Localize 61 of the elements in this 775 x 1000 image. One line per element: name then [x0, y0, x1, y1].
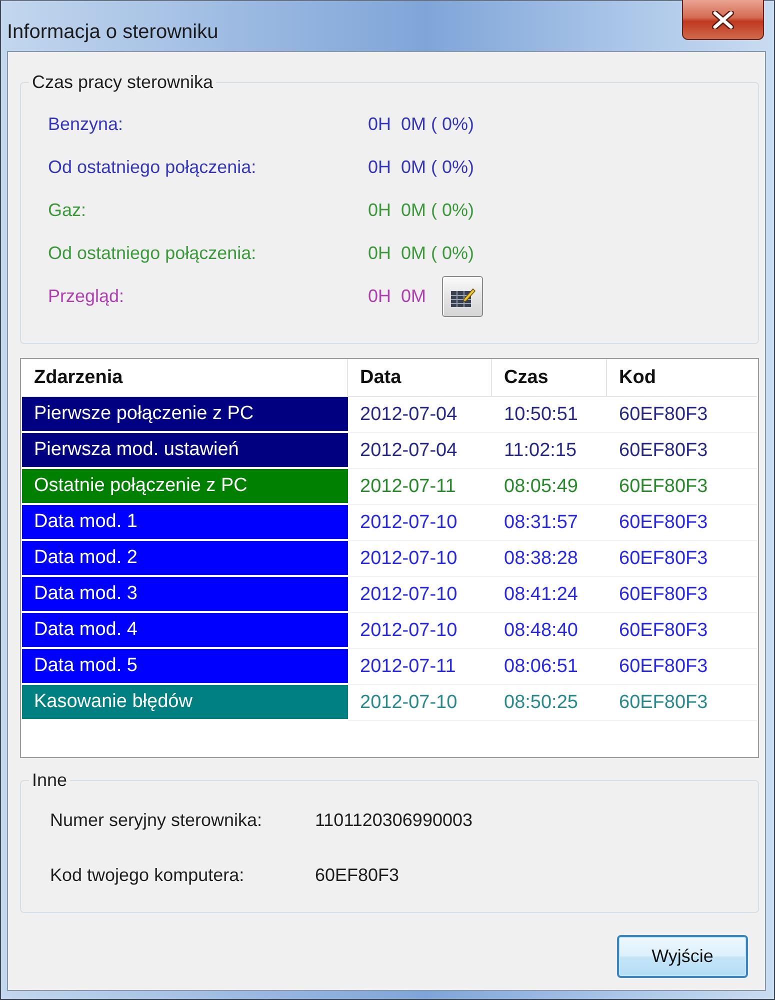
table-cell: 2012-07-11: [348, 469, 492, 505]
stat-value: 0H 0M ( 0%): [368, 243, 474, 264]
close-button[interactable]: [682, 0, 764, 40]
table-cell: 08:05:49: [492, 469, 607, 505]
table-cell: 60EF80F3: [607, 505, 757, 541]
table-cell: 2012-07-10: [348, 613, 492, 649]
table-cell: 08:48:40: [492, 613, 607, 649]
column-header[interactable]: Data: [348, 359, 492, 397]
table-cell: 2012-07-11: [348, 649, 492, 685]
event-cell: Data mod. 3: [22, 577, 348, 613]
exit-button[interactable]: Wyjście: [617, 935, 748, 978]
close-icon: [712, 10, 734, 28]
table-cell: 11:02:15: [492, 433, 607, 469]
stat-value: 0H 0M ( 0%): [368, 200, 474, 221]
table-cell: 60EF80F3: [607, 613, 757, 649]
table-cell: 2012-07-04: [348, 433, 492, 469]
table-cell: 2012-07-10: [348, 541, 492, 577]
info-label: Numer seryjny sterownika:: [50, 810, 264, 831]
table-cell: 08:06:51: [492, 649, 607, 685]
table-cell: 2012-07-10: [348, 505, 492, 541]
table-cell: 60EF80F3: [607, 685, 757, 721]
stat-label: Od ostatniego połączenia:: [48, 157, 258, 178]
column-header[interactable]: Czas: [492, 359, 607, 397]
table-cell: 60EF80F3: [607, 577, 757, 613]
stat-label: Przegląd:: [48, 286, 126, 307]
window-title: Informacja o sterowniku: [7, 21, 218, 44]
table-cell: 2012-07-10: [348, 685, 492, 721]
stat-label: Od ostatniego połączenia:: [48, 243, 258, 264]
table-cell: 08:41:24: [492, 577, 607, 613]
stat-value: 0H 0M ( 0%): [368, 157, 474, 178]
table-cell: 08:50:25: [492, 685, 607, 721]
stat-label: Gaz:: [48, 200, 88, 221]
table-cell: 60EF80F3: [607, 397, 757, 433]
info-value: 60EF80F3: [315, 865, 400, 886]
table-cell: 08:31:57: [492, 505, 607, 541]
table-pencil-icon: [450, 286, 476, 308]
group-title: Czas pracy sterownika: [31, 72, 214, 93]
table-cell: 60EF80F3: [607, 541, 757, 577]
info-label: Kod twojego komputera:: [50, 865, 246, 886]
table-cell: 10:50:51: [492, 397, 607, 433]
group-title: Inne: [31, 770, 68, 791]
table-cell: 60EF80F3: [607, 649, 757, 685]
event-cell: Pierwsze połączenie z PC: [22, 397, 348, 433]
table-cell: 08:38:28: [492, 541, 607, 577]
stat-label: Benzyna:: [48, 114, 124, 135]
event-cell: Pierwsza mod. ustawień: [22, 433, 348, 469]
event-cell: Ostatnie połączenie z PC: [22, 469, 348, 505]
stat-value: 0H 0M ( 0%): [368, 114, 474, 135]
edit-button[interactable]: [442, 276, 484, 317]
info-value: 1101120306990003: [315, 810, 474, 831]
table-cell: 2012-07-04: [348, 397, 492, 433]
stat-value: 0H 0M: [368, 286, 426, 307]
event-cell: Data mod. 2: [22, 541, 348, 577]
event-cell: Data mod. 4: [22, 613, 348, 649]
column-header[interactable]: Zdarzenia: [22, 359, 348, 397]
table-cell: 60EF80F3: [607, 433, 757, 469]
event-cell: Data mod. 5: [22, 649, 348, 685]
table-cell: 60EF80F3: [607, 469, 757, 505]
event-cell: Kasowanie błędów: [22, 685, 348, 721]
event-cell: Data mod. 1: [22, 505, 348, 541]
table-cell: 2012-07-10: [348, 577, 492, 613]
